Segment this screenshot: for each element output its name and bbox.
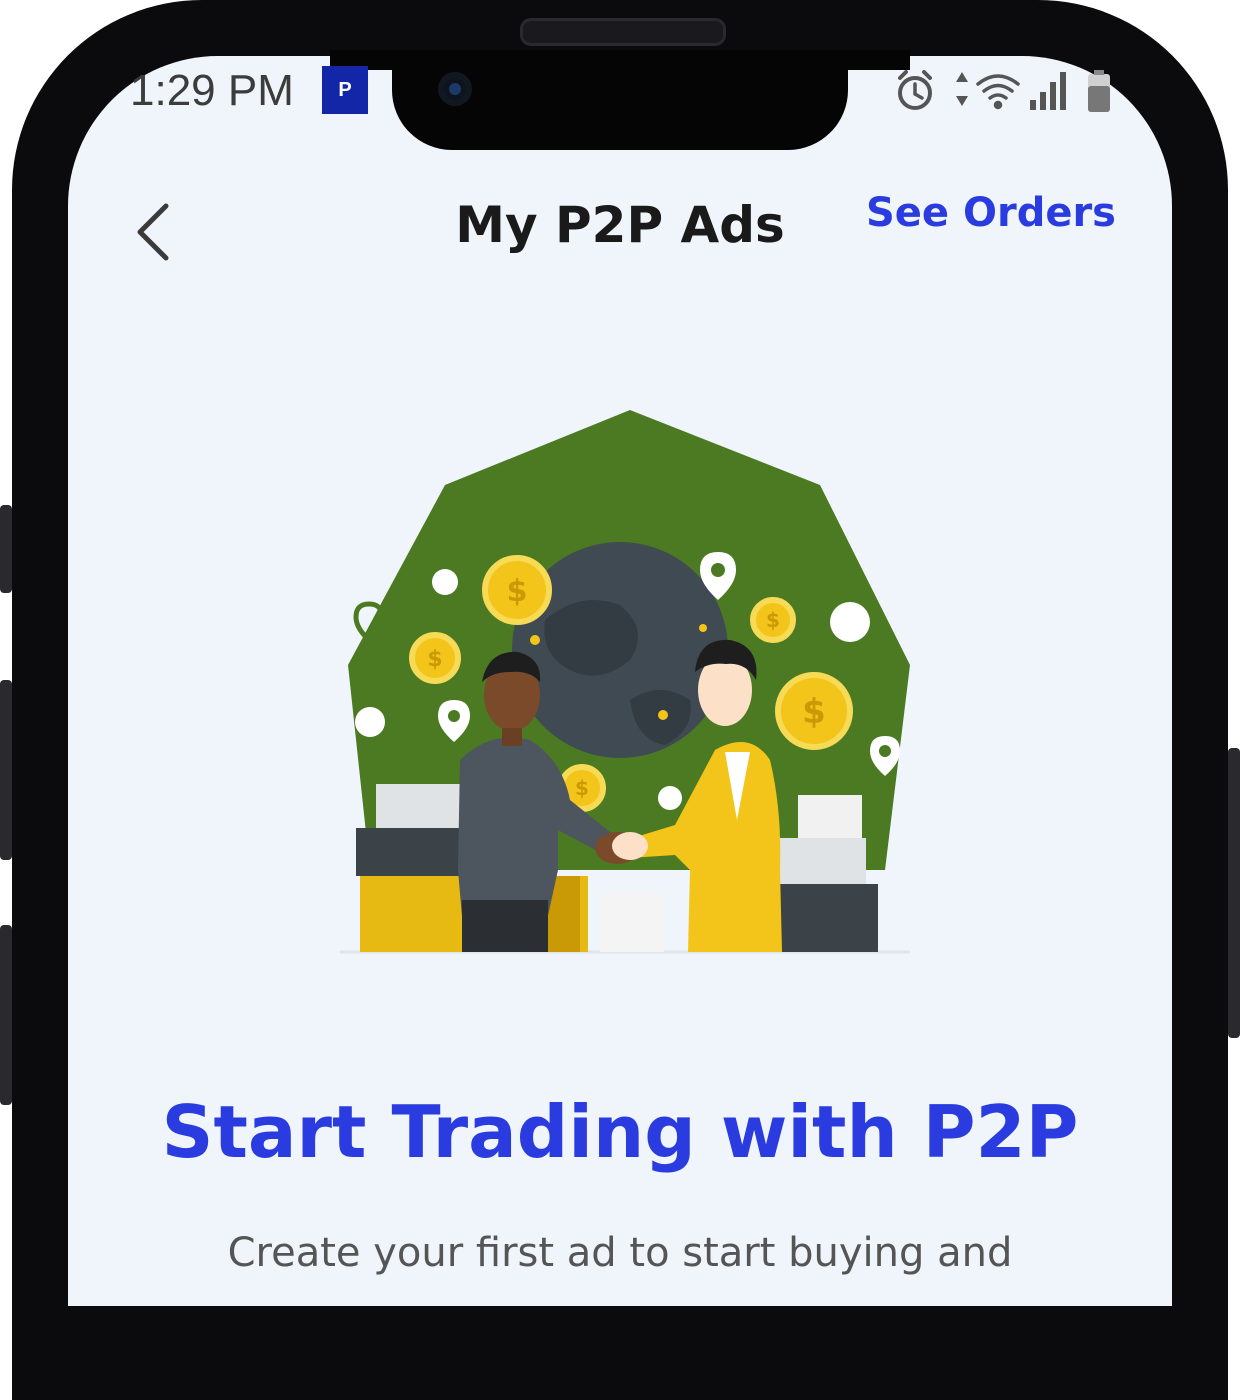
svg-text:$: $ xyxy=(507,574,528,609)
side-button-left-3 xyxy=(0,925,12,1105)
svg-text:$: $ xyxy=(575,776,589,800)
battery-icon xyxy=(1088,70,1110,112)
data-arrows-icon xyxy=(956,72,968,106)
status-app-badge: P xyxy=(322,66,368,114)
status-time: 1:29 PM xyxy=(130,66,294,115)
page-title: My P2P Ads xyxy=(455,196,785,254)
side-button-right xyxy=(1228,748,1240,1038)
status-icons xyxy=(898,70,1110,112)
p2p-trading-illustration: $ $ $ $ $ xyxy=(340,410,910,954)
svg-text:$: $ xyxy=(766,608,780,632)
back-button[interactable] xyxy=(130,200,180,264)
earpiece-speaker xyxy=(520,18,726,46)
side-button-left-1 xyxy=(0,505,12,593)
svg-text:$: $ xyxy=(802,692,826,732)
side-button-left-2 xyxy=(0,680,12,860)
svg-text:$: $ xyxy=(427,647,442,672)
signal-icon xyxy=(1030,72,1066,110)
see-orders-link[interactable]: See Orders xyxy=(860,190,1116,236)
chevron-left-icon xyxy=(137,203,169,261)
alarm-icon xyxy=(898,70,932,110)
empty-state-description: Create your first ad to start buying and xyxy=(227,1230,1013,1276)
wifi-icon xyxy=(976,74,1020,110)
front-camera xyxy=(438,72,472,106)
empty-state-headline: Start Trading with P2P xyxy=(161,1090,1079,1174)
